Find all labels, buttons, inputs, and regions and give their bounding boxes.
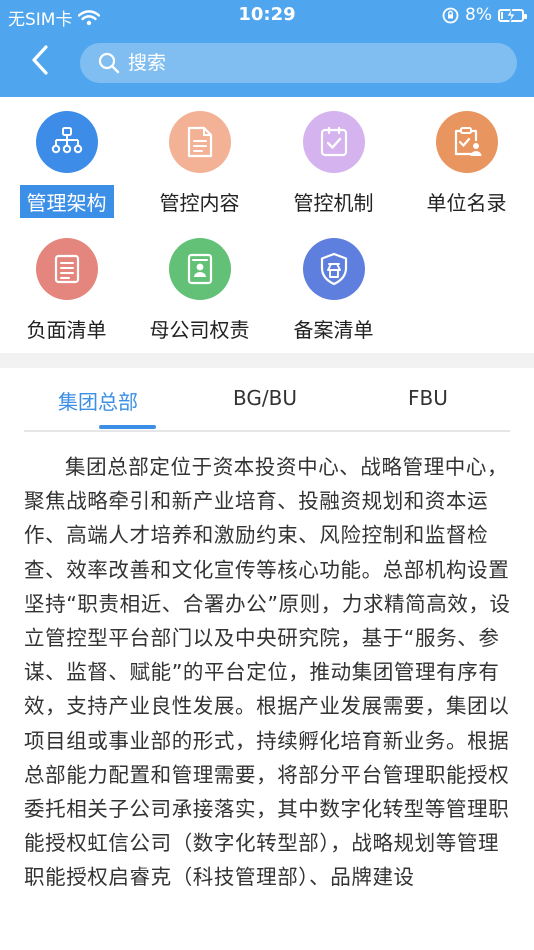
back-button[interactable] xyxy=(26,42,56,78)
battery-percent: 8% xyxy=(465,5,492,25)
grid-item-label: 备案清单 xyxy=(293,318,374,342)
checklist-icon xyxy=(302,111,365,173)
chevron-left-icon xyxy=(32,45,48,75)
badge-icon xyxy=(302,238,365,300)
grid-item-control-content[interactable]: 管控内容 xyxy=(133,111,266,218)
search-bar[interactable] xyxy=(80,43,517,83)
status-bar: 无SIM卡 10:29 8% xyxy=(0,0,534,30)
content-panel: 集团总部 BG/BU FBU 集团总部定位于资本投资中心、战略管理中心，聚焦战略… xyxy=(0,368,534,950)
function-grid: 管理架构 管控内容 管控机制 单位名录 负面清单 母公司权责 备案清单 xyxy=(0,97,534,353)
clipboard-user-icon xyxy=(435,111,498,173)
battery-fill xyxy=(501,11,503,19)
grid-item-parent-authority[interactable]: 母公司权责 xyxy=(133,238,266,345)
org-chart-icon xyxy=(35,111,98,173)
app-header: 无SIM卡 10:29 8% xyxy=(0,0,534,97)
orientation-lock-icon xyxy=(442,7,459,23)
list-icon xyxy=(35,238,98,300)
grid-item-label: 管控机制 xyxy=(293,191,374,215)
tab-fbu[interactable]: FBU xyxy=(408,386,448,410)
grid-item-label: 母公司权责 xyxy=(149,318,250,342)
grid-item-label: 负面清单 xyxy=(26,318,107,342)
charging-bolt-icon xyxy=(506,7,516,23)
tab-bg-bu[interactable]: BG/BU xyxy=(233,386,297,410)
search-icon xyxy=(98,52,120,74)
grid-item-control-mechanism[interactable]: 管控机制 xyxy=(267,111,400,218)
battery-icon xyxy=(498,7,527,23)
document-icon xyxy=(168,111,231,173)
grid-item-label: 管控内容 xyxy=(159,191,240,215)
grid-item-label: 单位名录 xyxy=(426,191,507,215)
id-card-icon xyxy=(168,238,231,300)
grid-item-filing-list[interactable]: 备案清单 xyxy=(267,238,400,345)
tab-group-headquarters[interactable]: 集团总部 xyxy=(58,386,138,415)
grid-item-management-structure[interactable]: 管理架构 xyxy=(0,111,133,218)
status-right: 8% xyxy=(442,5,527,25)
tab-bar: 集团总部 BG/BU FBU xyxy=(24,368,510,432)
search-input[interactable] xyxy=(128,52,468,74)
tab-active-indicator xyxy=(99,425,156,429)
grid-item-negative-list[interactable]: 负面清单 xyxy=(0,238,133,345)
grid-item-unit-directory[interactable]: 单位名录 xyxy=(400,111,533,218)
article-text: 集团总部定位于资本投资中心、战略管理中心，聚焦战略牵引和新产业培育、投融资规划和… xyxy=(24,455,511,890)
grid-item-label: 管理架构 xyxy=(19,185,114,218)
